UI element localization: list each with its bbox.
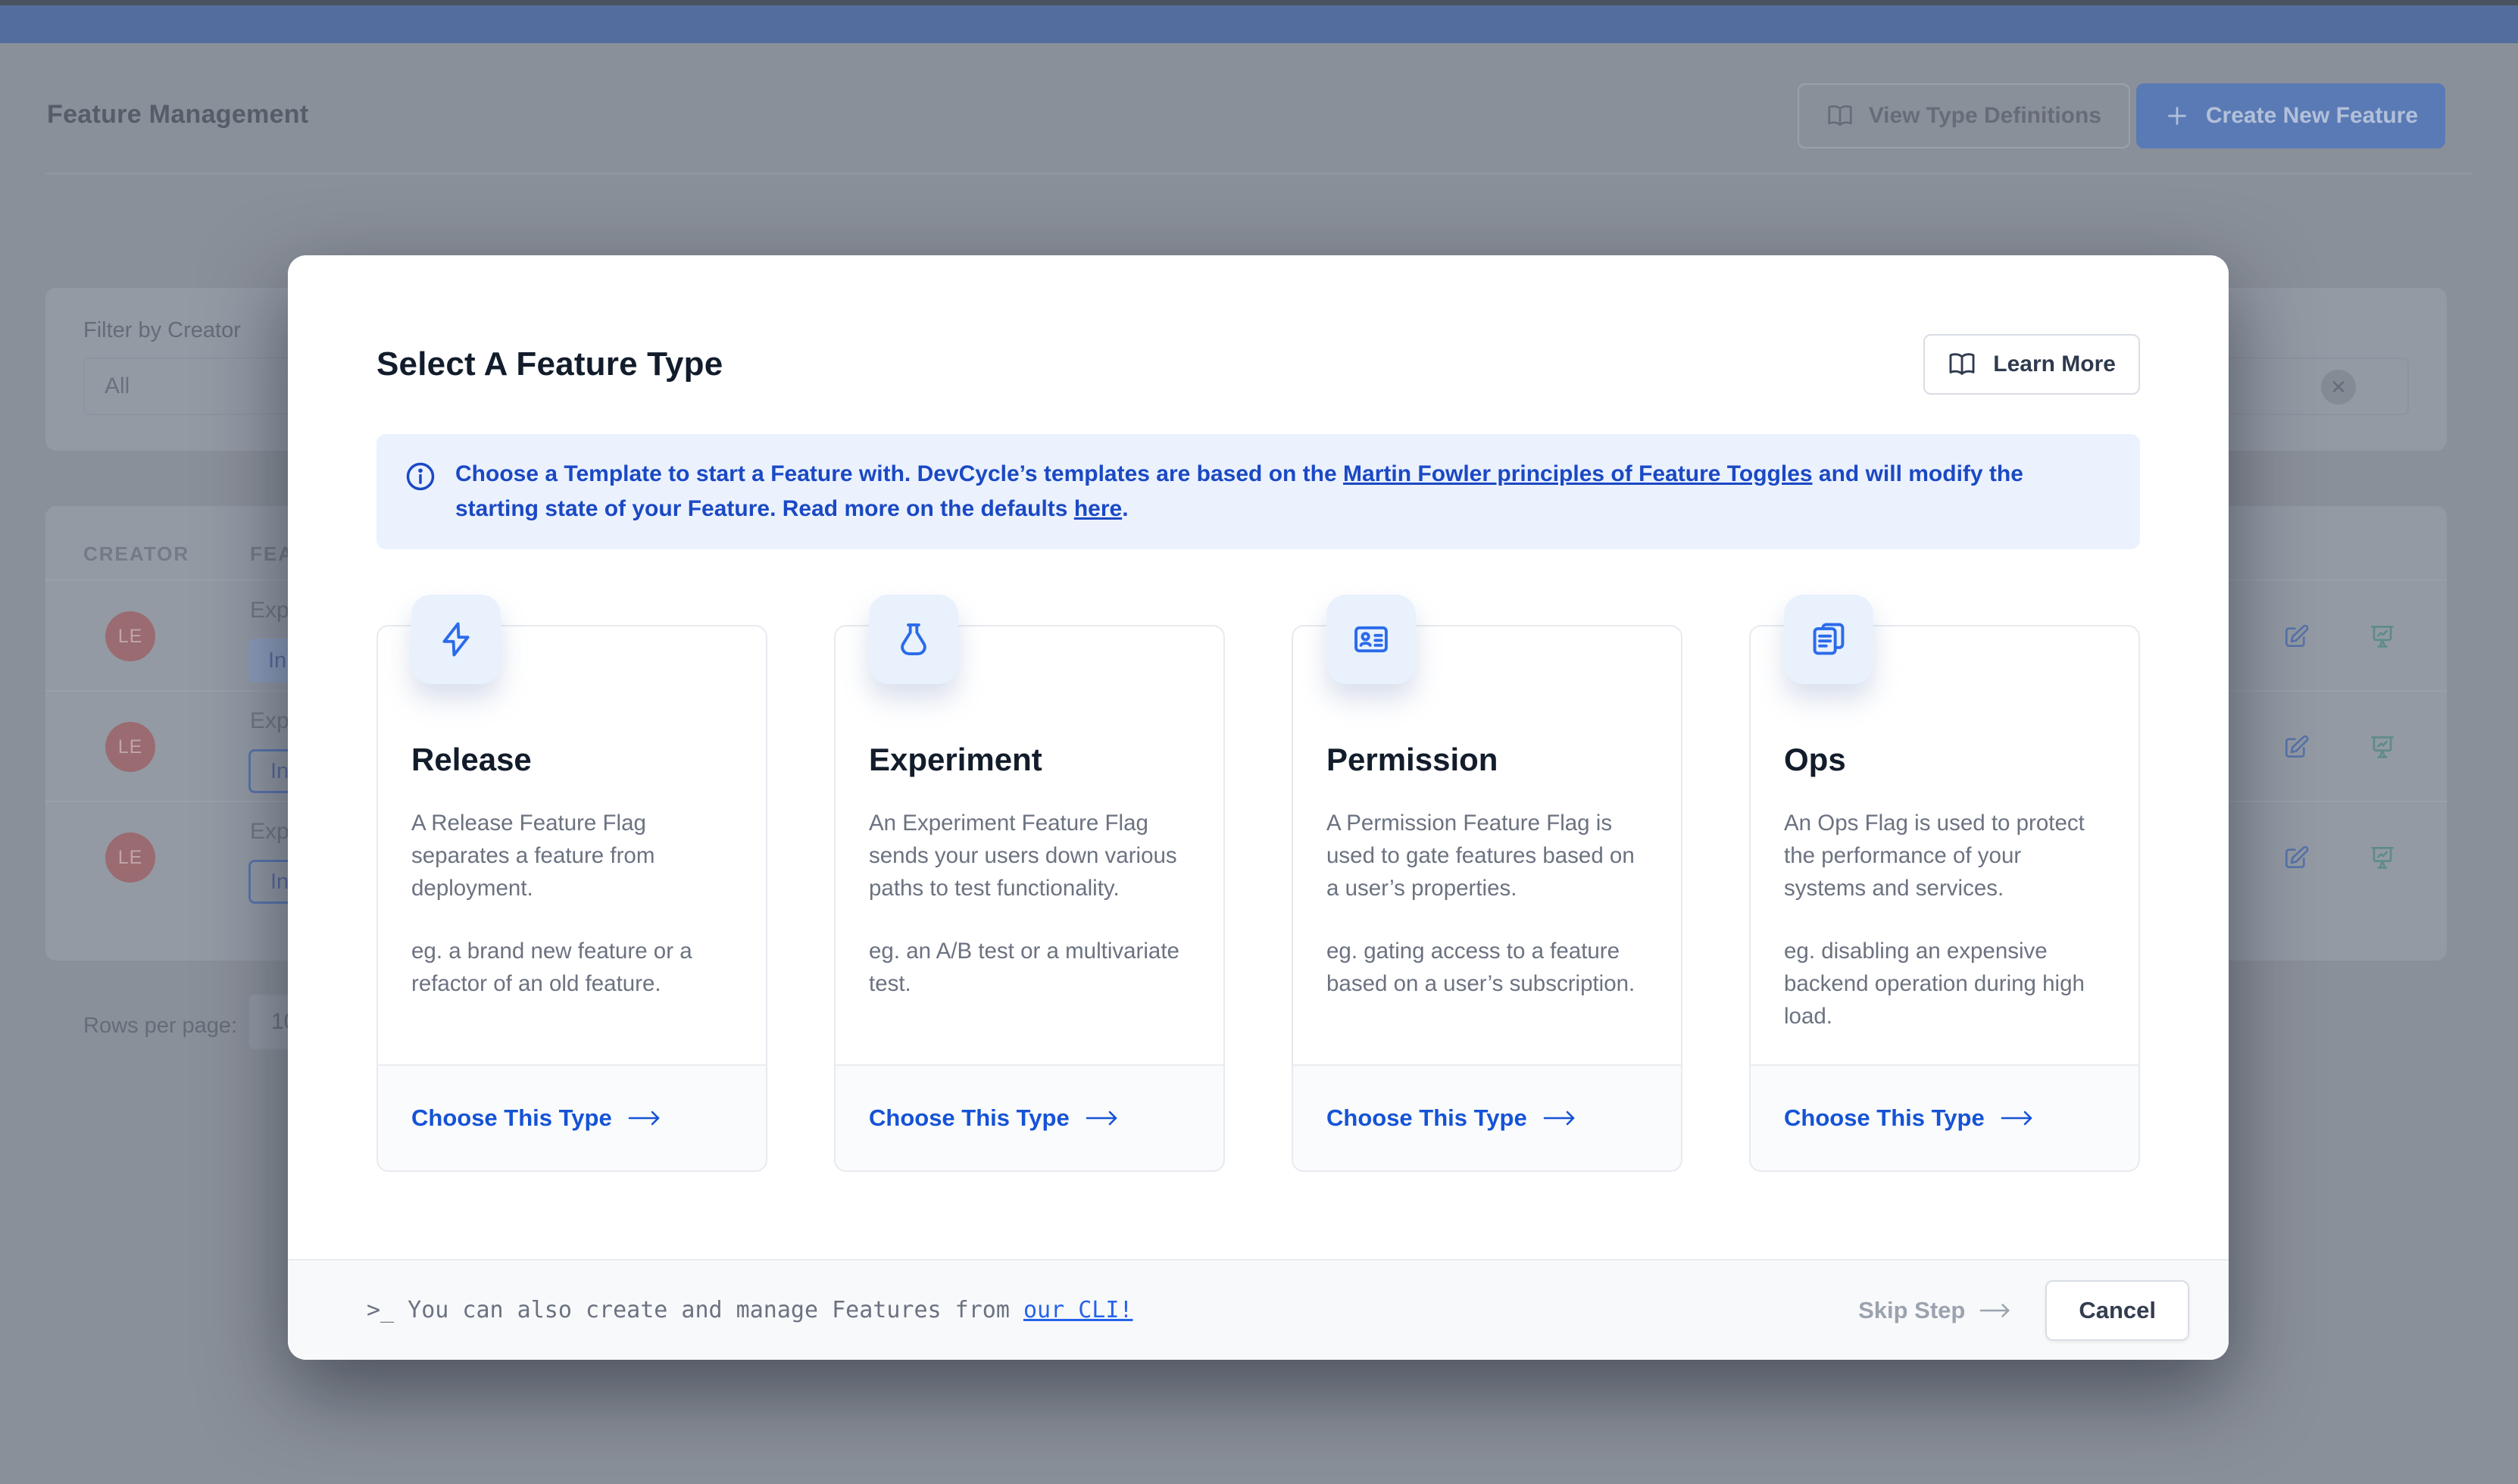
choose-this-type-link[interactable]: Choose This Type	[411, 1104, 662, 1132]
feature-type-cards: Release A Release Feature Flag separates…	[376, 625, 2140, 1172]
create-new-feature-button[interactable]: Create New Feature	[2136, 83, 2445, 148]
card-title: Experiment	[869, 742, 1190, 778]
modal-footer: >_ You can also create and manage Featur…	[288, 1259, 2229, 1360]
skip-step-label: Skip Step	[1858, 1297, 1965, 1324]
feature-type-card-release: Release A Release Feature Flag separates…	[376, 625, 767, 1172]
arrow-right-icon	[1979, 1301, 2012, 1320]
card-example: eg. a brand new feature or a refactor of…	[411, 935, 733, 1000]
edit-icon[interactable]	[2282, 733, 2310, 761]
flask-icon	[869, 595, 958, 684]
skip-step-link[interactable]: Skip Step	[1858, 1297, 2012, 1324]
id-card-icon	[1326, 595, 1416, 684]
creator-filter-value: All	[105, 373, 130, 399]
cli-hint: >_ You can also create and manage Featur…	[367, 1297, 1132, 1323]
modal-footer-actions: Skip Step Cancel	[1858, 1280, 2189, 1341]
avatar: LE	[105, 611, 155, 661]
top-navbar	[0, 5, 2518, 43]
book-open-icon	[1826, 102, 1854, 130]
choose-this-type-label: Choose This Type	[1326, 1104, 1527, 1132]
choose-this-type-link[interactable]: Choose This Type	[1326, 1104, 1577, 1132]
analytics-board-icon[interactable]	[2368, 622, 2397, 651]
card-body: Experiment An Experiment Feature Flag se…	[836, 626, 1223, 1064]
card-example: eg. disabling an expensive backend opera…	[1784, 935, 2105, 1033]
card-footer: Choose This Type	[1293, 1064, 1681, 1170]
avatar: LE	[105, 833, 155, 883]
choose-this-type-label: Choose This Type	[869, 1104, 1070, 1132]
martin-fowler-link[interactable]: Martin Fowler principles of Feature Togg…	[1343, 461, 1813, 486]
card-body: Permission A Permission Feature Flag is …	[1293, 626, 1681, 1064]
screen: Feature Management View Type Definitions…	[0, 0, 2518, 1484]
x-circle-icon[interactable]: ✕	[2321, 370, 2356, 405]
choose-this-type-label: Choose This Type	[411, 1104, 612, 1132]
banner-text: Choose a Template to start a Feature wit…	[455, 457, 2113, 526]
lightning-icon	[411, 595, 501, 684]
view-type-definitions-button[interactable]: View Type Definitions	[1798, 83, 2130, 148]
learn-more-button[interactable]: Learn More	[1923, 334, 2140, 395]
column-header-creator: CREATOR	[83, 542, 189, 566]
modal-header: Select A Feature Type Learn More	[376, 334, 2140, 395]
card-example: eg. an A/B test or a multivariate test.	[869, 935, 1190, 1000]
book-open-icon	[1948, 350, 1976, 379]
card-footer: Choose This Type	[378, 1064, 766, 1170]
analytics-board-icon[interactable]	[2368, 843, 2397, 872]
card-description: A Release Feature Flag separates a featu…	[411, 807, 733, 904]
template-info-banner: Choose a Template to start a Feature wit…	[376, 434, 2140, 549]
card-footer: Choose This Type	[1751, 1064, 2138, 1170]
feature-type-card-ops: Ops An Ops Flag is used to protect the p…	[1749, 625, 2140, 1172]
banner-text-part: .	[1122, 496, 1128, 521]
page-title: Feature Management	[47, 100, 308, 130]
analytics-board-icon[interactable]	[2368, 733, 2397, 761]
copy-docs-icon	[1784, 595, 1873, 684]
cancel-button[interactable]: Cancel	[2045, 1280, 2189, 1341]
choose-this-type-link[interactable]: Choose This Type	[869, 1104, 1120, 1132]
choose-this-type-label: Choose This Type	[1784, 1104, 1985, 1132]
arrow-right-icon	[627, 1108, 662, 1128]
card-description: An Experiment Feature Flag sends your us…	[869, 807, 1190, 904]
learn-more-label: Learn More	[1993, 351, 2116, 377]
defaults-here-link[interactable]: here	[1074, 496, 1122, 521]
choose-this-type-link[interactable]: Choose This Type	[1784, 1104, 2035, 1132]
info-circle-icon	[404, 460, 437, 493]
plus-icon	[2163, 102, 2191, 130]
select-feature-type-modal: Select A Feature Type Learn More Choose …	[288, 255, 2229, 1360]
card-body: Ops An Ops Flag is used to protect the p…	[1751, 626, 2138, 1064]
feature-type-card-permission: Permission A Permission Feature Flag is …	[1292, 625, 1682, 1172]
card-title: Ops	[1784, 742, 2105, 778]
rows-per-page-label: Rows per page:	[83, 1014, 237, 1039]
card-title: Release	[411, 742, 733, 778]
header-divider	[45, 173, 2473, 174]
view-type-definitions-label: View Type Definitions	[1869, 103, 2101, 129]
avatar: LE	[105, 722, 155, 772]
modal-title: Select A Feature Type	[376, 345, 723, 383]
edit-icon[interactable]	[2282, 622, 2310, 651]
arrow-right-icon	[1542, 1108, 1577, 1128]
arrow-right-icon	[1085, 1108, 1120, 1128]
card-description: An Ops Flag is used to protect the perfo…	[1784, 807, 2105, 904]
card-title: Permission	[1326, 742, 1648, 778]
window-top-strip	[0, 0, 2518, 5]
card-footer: Choose This Type	[836, 1064, 1223, 1170]
arrow-right-icon	[2000, 1108, 2035, 1128]
create-new-feature-label: Create New Feature	[2206, 103, 2418, 129]
our-cli-link[interactable]: our CLI!	[1023, 1297, 1133, 1323]
filter-by-creator-label: Filter by Creator	[83, 318, 241, 343]
card-example: eg. gating access to a feature based on …	[1326, 935, 1648, 1000]
cli-hint-text: >_ You can also create and manage Featur…	[367, 1297, 1023, 1323]
card-description: A Permission Feature Flag is used to gat…	[1326, 807, 1648, 904]
card-body: Release A Release Feature Flag separates…	[378, 626, 766, 1064]
banner-text-part: Choose a Template to start a Feature wit…	[455, 461, 1343, 486]
feature-type-card-experiment: Experiment An Experiment Feature Flag se…	[834, 625, 1225, 1172]
edit-icon[interactable]	[2282, 843, 2310, 872]
